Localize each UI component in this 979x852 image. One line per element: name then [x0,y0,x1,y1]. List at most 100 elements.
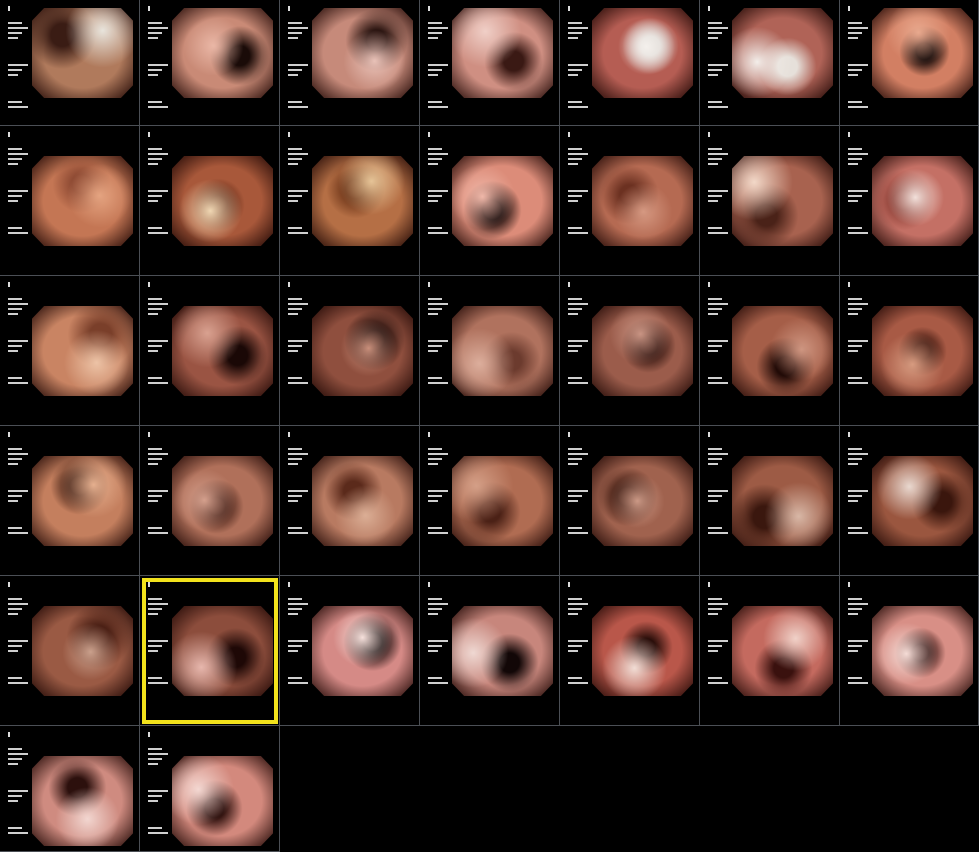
thumbnail-cell[interactable] [560,576,700,726]
thumbnail-cell[interactable] [140,726,280,852]
marker-icon [568,432,570,437]
marker-icon [428,432,430,437]
thumbnail-cell[interactable] [140,0,280,126]
thumbnail-cell[interactable] [140,426,280,576]
marker-icon [428,6,430,11]
thumbnail-cell[interactable] [420,276,560,426]
thumbnail-cell[interactable] [280,426,420,576]
thumbnail-cell[interactable] [560,0,700,126]
thumbnail-cell[interactable] [280,276,420,426]
thumbnail-cell[interactable] [0,0,140,126]
thumbnail-cell[interactable] [280,126,420,276]
endoscopy-thumbnail [172,8,273,98]
endoscopy-thumbnail [732,456,833,546]
endoscopy-thumbnail [452,456,553,546]
thumbnail-cell[interactable] [420,0,560,126]
thumbnail-cell[interactable] [560,126,700,276]
thumbnail-cell[interactable] [840,426,979,576]
metadata-overlay [428,598,450,684]
marker-icon [8,432,10,437]
metadata-overlay [8,22,30,108]
marker-icon [708,6,710,11]
endoscopy-thumbnail [872,606,973,696]
metadata-overlay [848,448,870,534]
thumbnail-cell[interactable] [560,276,700,426]
thumbnail-cell[interactable] [420,126,560,276]
metadata-overlay [288,148,310,234]
thumbnail-cell[interactable] [0,576,140,726]
marker-icon [148,132,150,137]
thumbnail-cell[interactable] [420,576,560,726]
thumbnail-cell[interactable] [420,426,560,576]
marker-icon [288,582,290,587]
thumbnail-cell[interactable] [840,126,979,276]
endoscopy-thumbnail [452,606,553,696]
thumbnail-cell[interactable] [700,126,840,276]
endoscopy-thumbnail [312,606,413,696]
endoscopy-thumbnail [452,8,553,98]
thumbnail-cell[interactable] [700,0,840,126]
metadata-overlay [428,148,450,234]
metadata-overlay [848,598,870,684]
endoscopy-thumbnail [32,606,133,696]
marker-icon [148,432,150,437]
thumbnail-grid [0,0,979,852]
thumbnail-cell[interactable] [0,426,140,576]
marker-icon [848,132,850,137]
endoscopy-thumbnail [312,306,413,396]
metadata-overlay [148,22,170,108]
marker-icon [848,282,850,287]
metadata-overlay [8,448,30,534]
thumbnail-cell-selected[interactable] [140,576,280,726]
metadata-overlay [288,598,310,684]
thumbnail-cell[interactable] [700,576,840,726]
endoscopy-thumbnail [32,456,133,546]
metadata-overlay [568,22,590,108]
marker-icon [288,282,290,287]
metadata-overlay [568,298,590,384]
thumbnail-cell[interactable] [0,126,140,276]
thumbnail-cell[interactable] [280,0,420,126]
marker-icon [148,282,150,287]
endoscopy-thumbnail [32,8,133,98]
marker-icon [568,582,570,587]
endoscopy-thumbnail [592,606,693,696]
metadata-overlay [708,298,730,384]
thumbnail-cell[interactable] [700,276,840,426]
marker-icon [568,6,570,11]
marker-icon [8,132,10,137]
metadata-overlay [708,148,730,234]
marker-icon [148,6,150,11]
metadata-overlay [8,148,30,234]
thumbnail-cell[interactable] [840,576,979,726]
thumbnail-cell[interactable] [560,426,700,576]
endoscopy-thumbnail [172,306,273,396]
endoscopy-thumbnail [172,606,273,696]
marker-icon [708,132,710,137]
endoscopy-thumbnail [452,306,553,396]
thumbnail-cell[interactable] [840,276,979,426]
thumbnail-cell[interactable] [840,0,979,126]
empty-cell [560,726,700,852]
marker-icon [8,732,10,737]
marker-icon [148,582,150,587]
metadata-overlay [428,448,450,534]
thumbnail-cell[interactable] [140,276,280,426]
marker-icon [288,132,290,137]
thumbnail-cell[interactable] [0,726,140,852]
metadata-overlay [428,298,450,384]
metadata-overlay [708,598,730,684]
marker-icon [708,582,710,587]
empty-cell [700,726,840,852]
endoscopy-thumbnail [872,306,973,396]
endoscopy-thumbnail [172,756,273,846]
thumbnail-cell[interactable] [280,576,420,726]
metadata-overlay [848,298,870,384]
thumbnail-cell[interactable] [140,126,280,276]
thumbnail-cell[interactable] [0,276,140,426]
thumbnail-cell[interactable] [700,426,840,576]
endoscopy-thumbnail [452,156,553,246]
metadata-overlay [708,22,730,108]
metadata-overlay [708,448,730,534]
endoscopy-thumbnail [172,456,273,546]
